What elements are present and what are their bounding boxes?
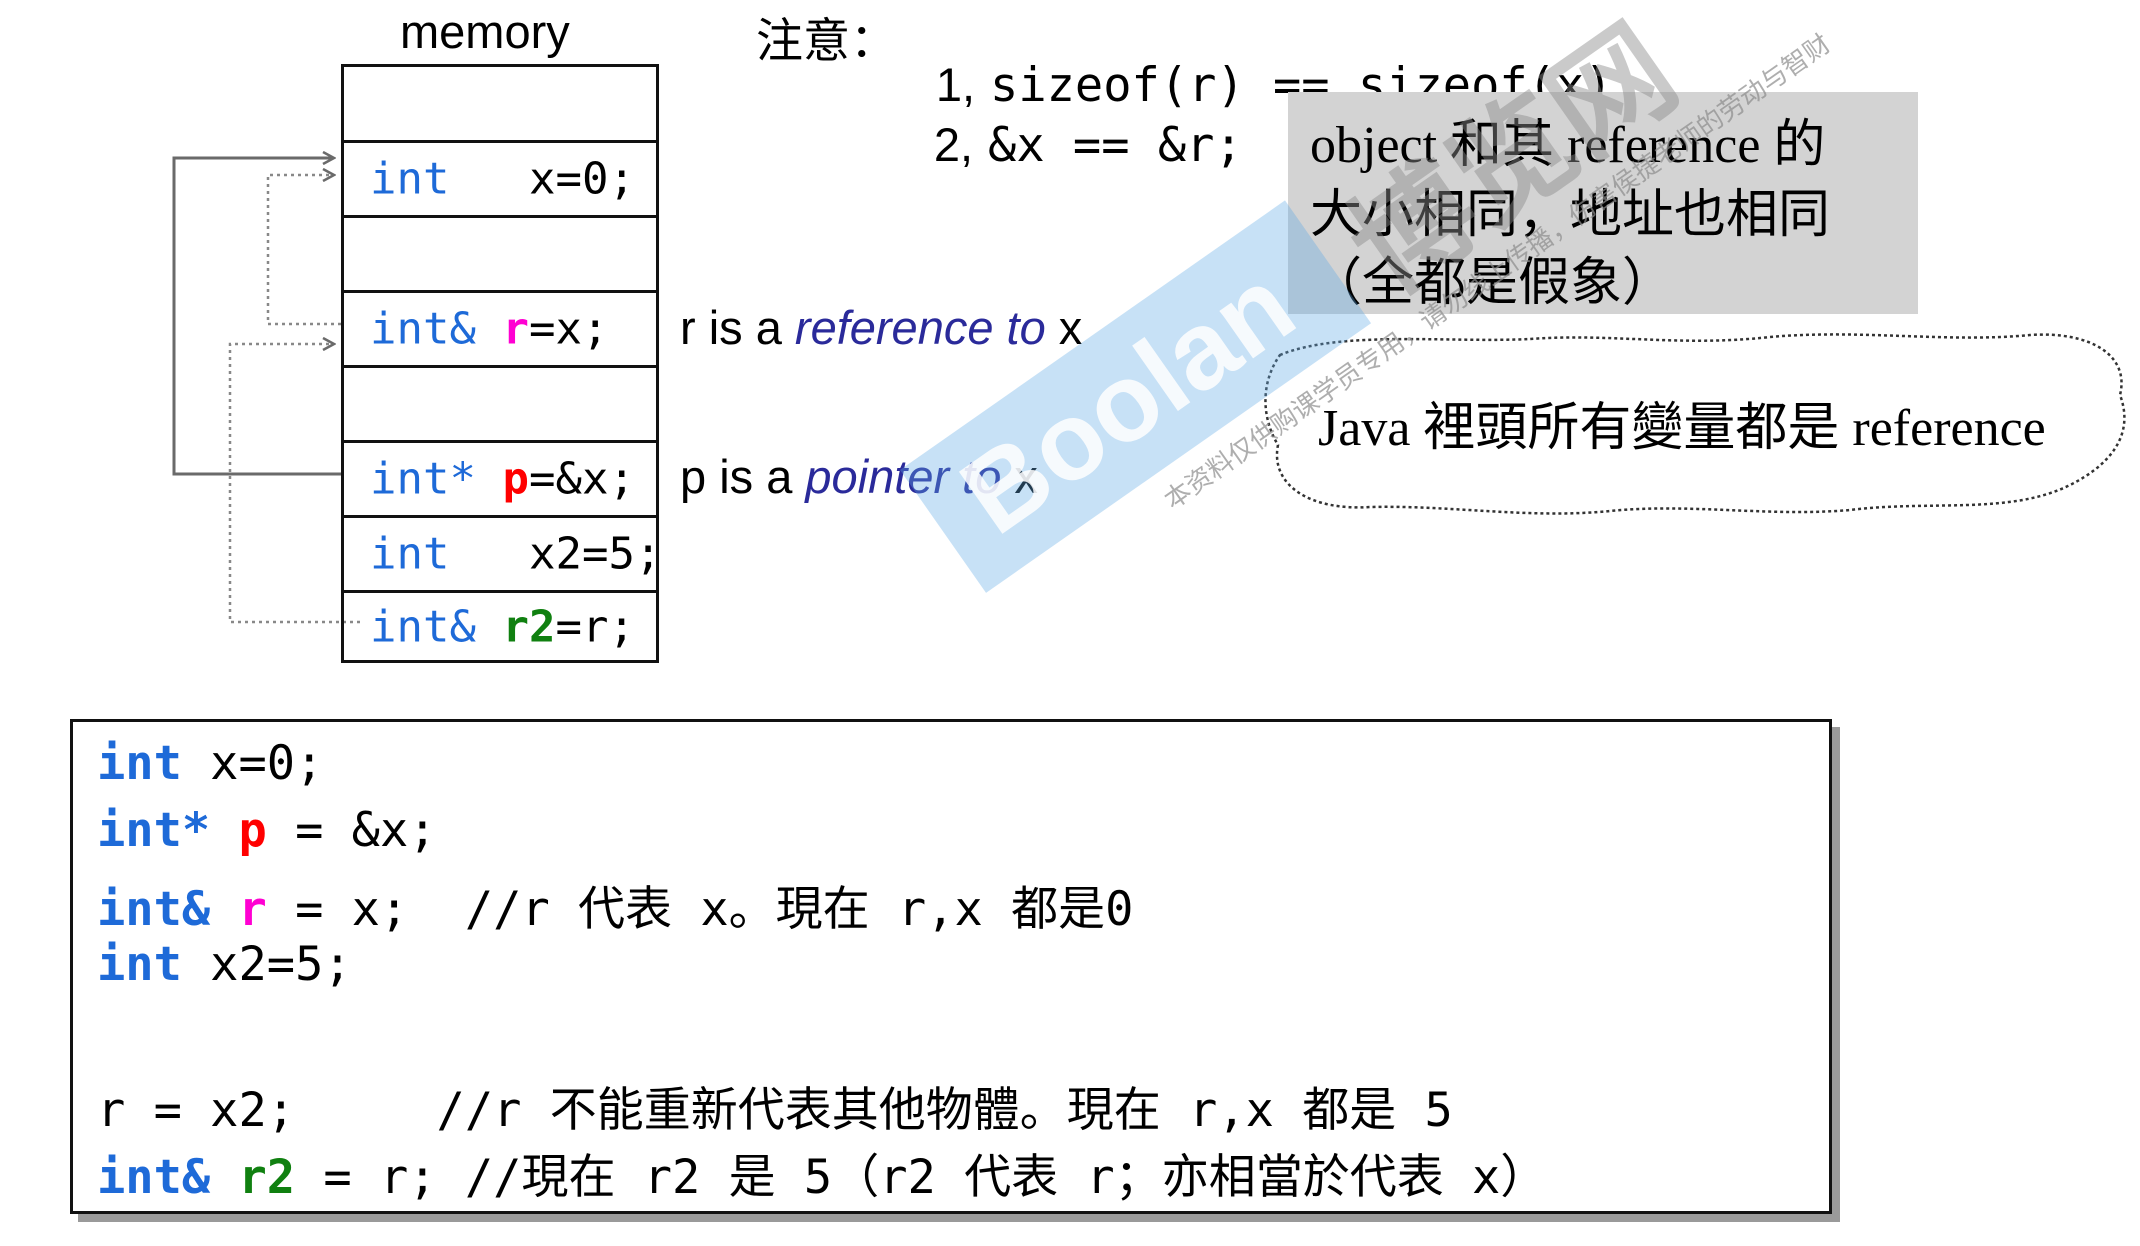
code-line-5: r = x2; //r 不能重新代表其他物體。現在 r,x 都是 5 <box>97 1083 1453 1138</box>
memory-cell-r2: int& r2=r; <box>344 593 656 660</box>
var-r2: r2 <box>502 601 556 652</box>
type-keyword: int <box>370 153 450 205</box>
code-listing: int x=0; int* p = &x; int& r = x; //r 代表… <box>70 719 1832 1214</box>
type-keyword: int <box>370 528 450 580</box>
cell-code: x=0; <box>528 153 635 205</box>
note-line-2: 2, &x == &r; <box>904 62 1243 173</box>
note-2-number: 2, <box>933 118 974 171</box>
memory-cell-r: int& r=x; <box>344 293 656 368</box>
memory-cell-empty <box>344 368 656 443</box>
memory-cell-x2: int x2=5; <box>344 518 661 593</box>
code-line-2: int* p = &x; <box>97 803 437 858</box>
type-keyword: int* <box>370 453 476 505</box>
code-line-4: int x2=5; <box>97 937 352 992</box>
note-prefix: 注意： <box>756 16 897 68</box>
var-r: r <box>502 303 529 355</box>
code-line-6: int& r2 = r; //現在 r2 是 5（r2 代表 r；亦相當於代表 … <box>97 1150 1548 1205</box>
memory-box: int x=0; int& r=x; int* p=&x; int x2=5; … <box>341 64 661 663</box>
cloud-text: Java 裡頭所有變量都是 reference <box>1318 400 2046 457</box>
p-pointer-arrow <box>172 158 341 476</box>
note-2-code: &x == &r; <box>988 118 1243 173</box>
r-label: r is a reference to x <box>680 301 1083 354</box>
memory-cell-empty <box>344 67 656 143</box>
memory-cell-p: int* p=&x; <box>344 443 656 518</box>
memory-cell-empty <box>344 218 656 293</box>
code-line-1: int x=0; <box>97 736 324 791</box>
r-reference-arrow <box>266 175 341 326</box>
type-keyword: int& <box>370 601 476 652</box>
cell-code: =r; <box>555 601 635 652</box>
cell-code: =x; <box>528 303 609 355</box>
memory-cell-x: int x=0; <box>344 143 656 218</box>
cell-code: x2=5; <box>528 528 662 580</box>
type-keyword: int& <box>370 303 476 355</box>
cell-code: =&x; <box>528 453 635 505</box>
var-p: p <box>502 453 529 505</box>
code-line-3: int& r = x; //r 代表 x。現在 r,x 都是0 <box>97 882 1134 937</box>
